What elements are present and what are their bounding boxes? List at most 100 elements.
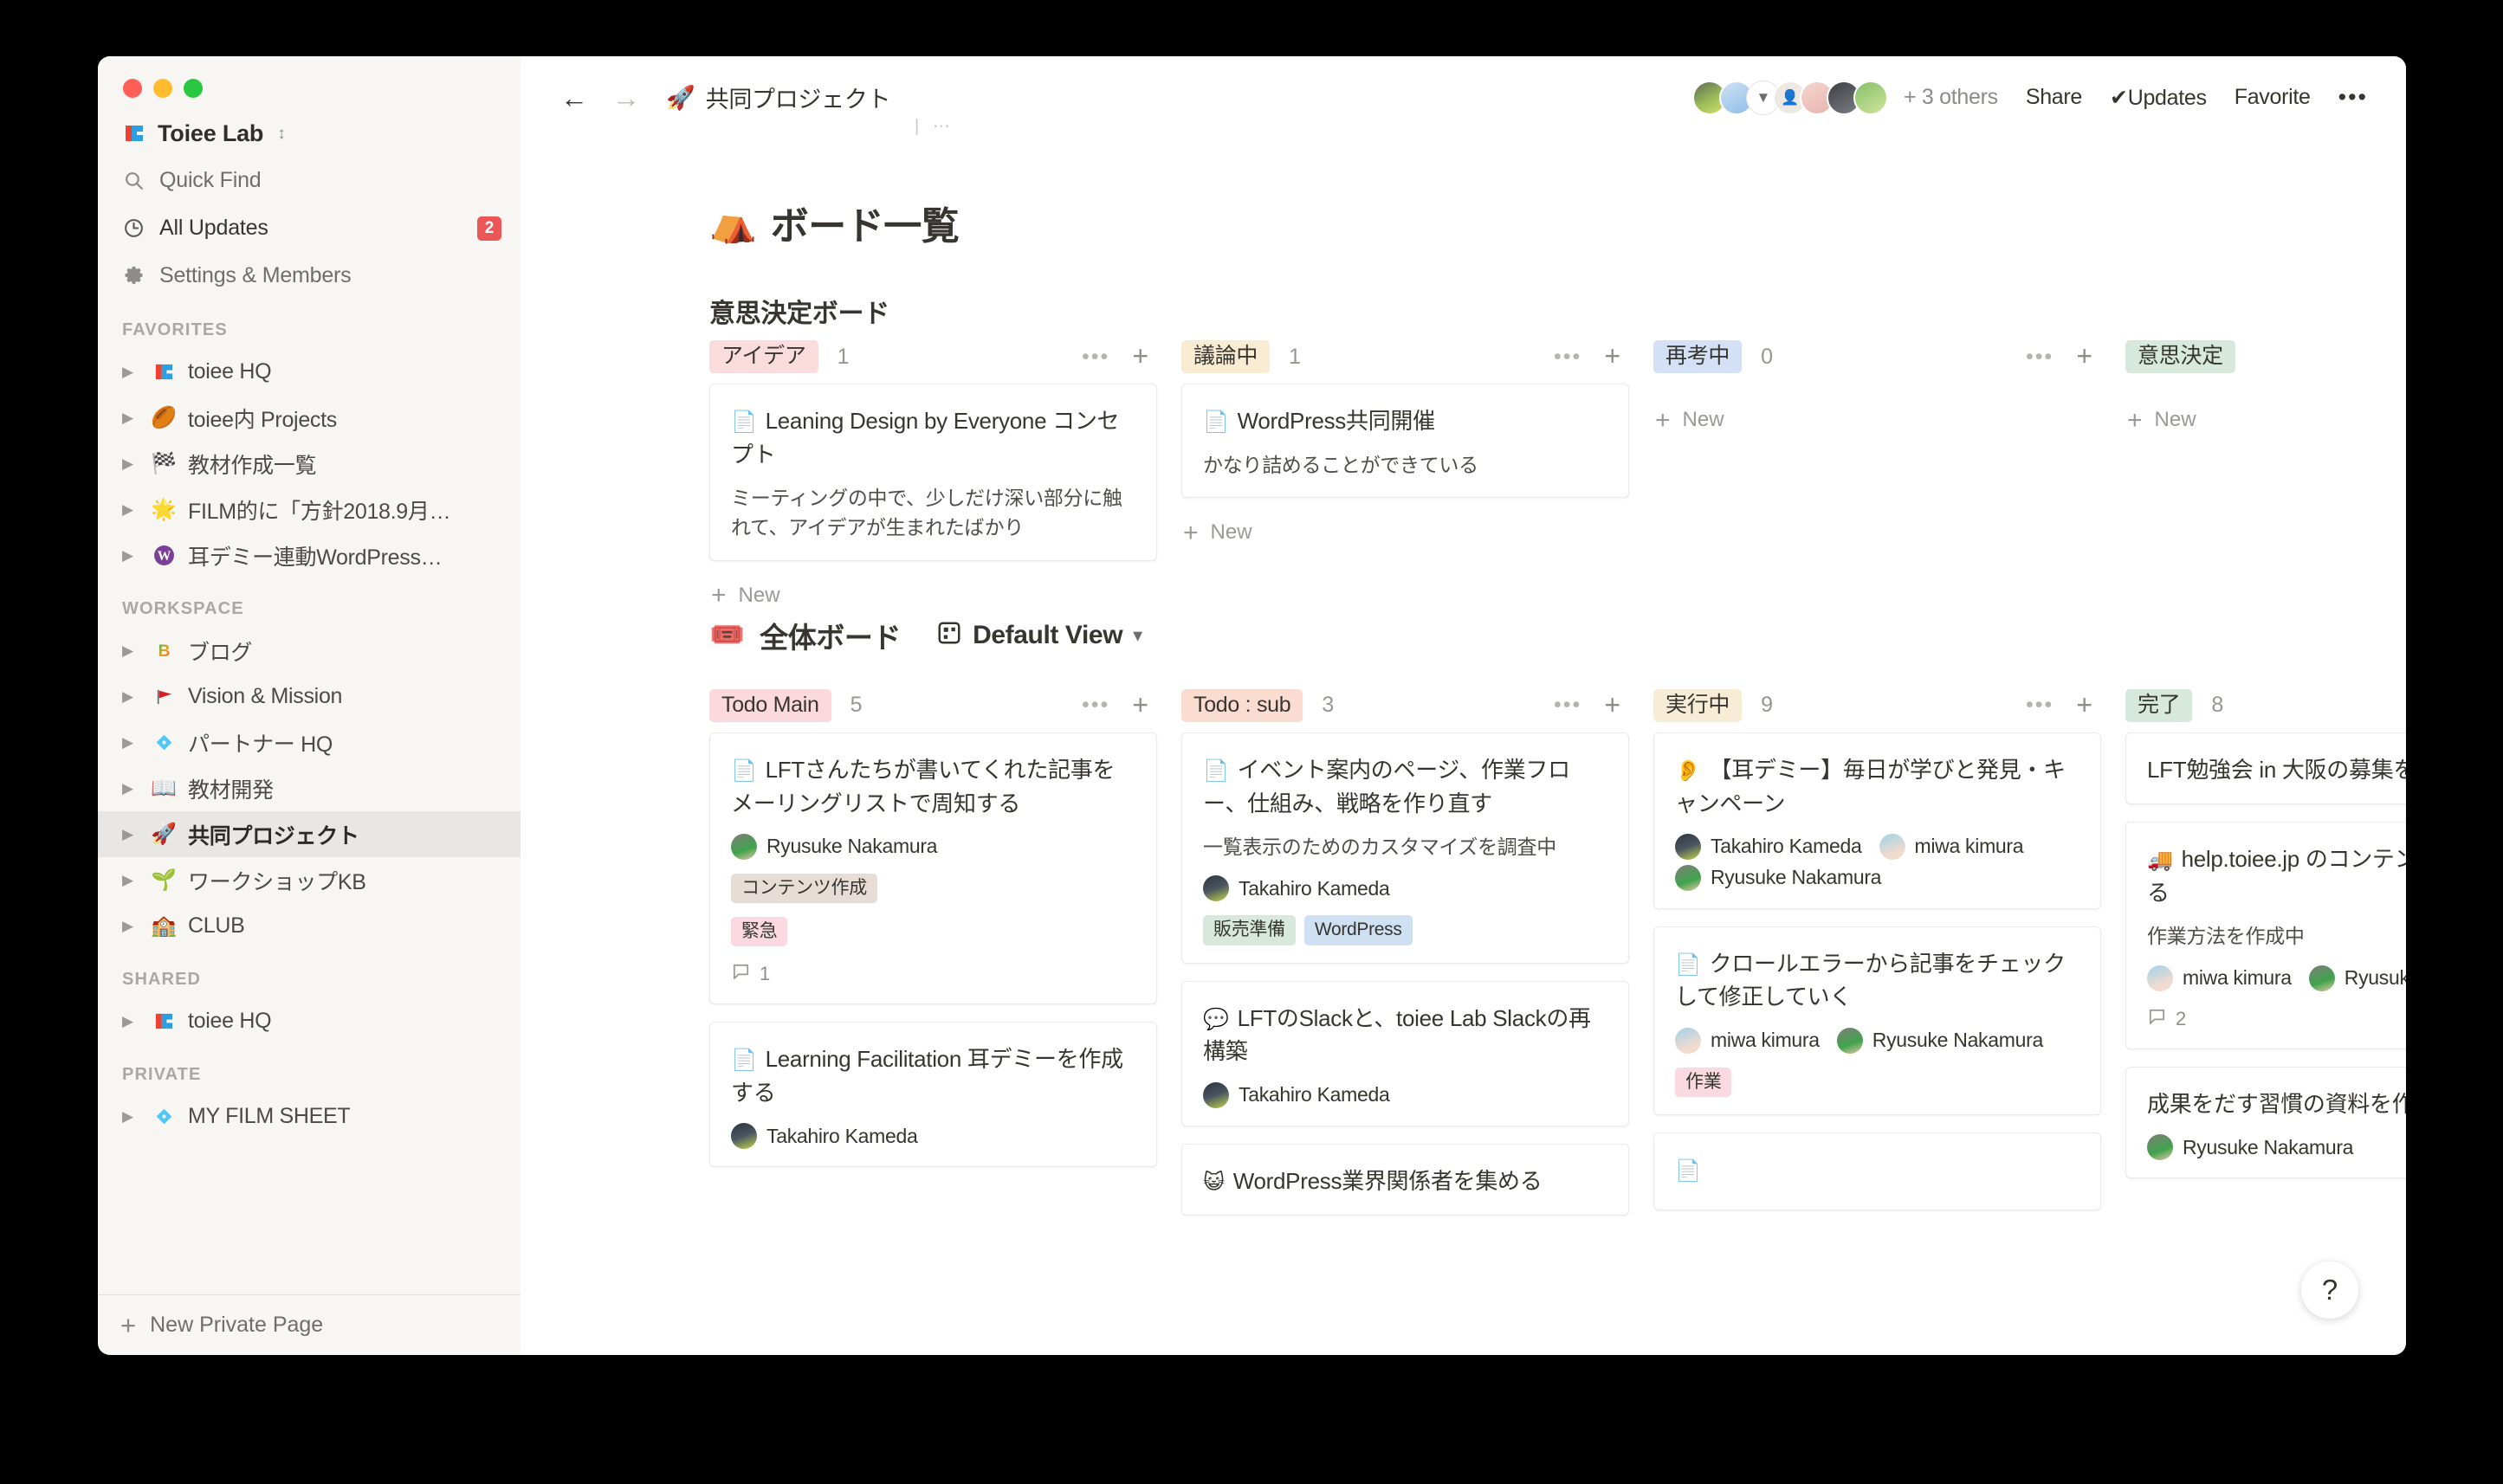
expand-triangle-icon[interactable]: ▶ <box>122 689 139 704</box>
expand-triangle-icon[interactable]: ▶ <box>122 919 139 933</box>
arrow-left-icon[interactable]: ← <box>548 84 600 112</box>
column-menu-icon[interactable]: ••• <box>2026 694 2053 716</box>
column-header: 意思決定 <box>2125 330 2406 384</box>
column-count: 3 <box>1322 693 1335 718</box>
new-label: New <box>738 583 780 607</box>
document-icon: 📄 <box>1675 1159 1701 1184</box>
new-private-page-button[interactable]: + New Private Page <box>98 1294 521 1355</box>
board-card[interactable]: 📄 Learning Facilitation 耳デミーを作成する Takahir… <box>709 1022 1157 1168</box>
column-add-icon[interactable]: + <box>1604 342 1620 370</box>
sidebar-item-wordpress[interactable]: ▶ W 耳デミー連動WordPress… <box>98 532 521 578</box>
sidebar-item-toiee-hq[interactable]: ▶ toiee HQ <box>98 349 521 395</box>
sidebar-item-kyozai-ichiran[interactable]: ▶ 🏁 教材作成一覧 <box>98 441 521 487</box>
glowing-star-icon: 🌟 <box>151 497 177 521</box>
column-menu-icon[interactable]: ••• <box>1554 345 1581 367</box>
sidebar-item-shared-toiee-hq[interactable]: ▶ toiee HQ <box>98 998 521 1044</box>
expand-triangle-icon[interactable]: ▶ <box>122 456 139 471</box>
collaborator-avatars[interactable]: ▼ 👤 <box>1691 80 1888 115</box>
zoom-window-button[interactable] <box>184 79 203 98</box>
help-button[interactable]: ? <box>2301 1261 2358 1319</box>
question-mark-icon: ? <box>2321 1274 2338 1306</box>
board-column: Todo : sub 3 ••• + 📄 イベント案内のページ、作業フロー、仕組み… <box>1181 679 1653 1233</box>
ellipsis-icon[interactable]: ••• <box>2338 86 2368 109</box>
toiee-logo-icon <box>122 122 146 145</box>
breadcrumb[interactable]: 🚀 共同プロジェクト <box>666 81 891 114</box>
add-new-card-button[interactable]: + New <box>709 578 1157 609</box>
expand-triangle-icon[interactable]: ▶ <box>122 410 139 425</box>
add-new-card-button[interactable]: + New <box>2125 403 2406 433</box>
expand-triangle-icon[interactable]: ▶ <box>122 873 139 887</box>
sidebar-item-label: Settings & Members <box>159 263 352 287</box>
expand-triangle-icon[interactable]: ▶ <box>122 502 139 517</box>
column-count: 0 <box>1761 344 1774 369</box>
column-menu-icon[interactable]: ••• <box>1554 694 1581 716</box>
column-add-icon[interactable]: + <box>2076 342 2092 370</box>
board-view-selector[interactable]: Default View ▾ <box>936 620 1142 650</box>
tent-icon: ⛺ <box>709 202 757 244</box>
board-card[interactable]: 📄 WordPress共同開催 かなり詰めることができている <box>1181 384 1629 499</box>
add-new-card-button[interactable]: + New <box>1653 403 2101 435</box>
sidebar-item-toiee-projects[interactable]: ▶ 🏉 toiee内 Projects <box>98 395 521 441</box>
card-subtitle: ミーティングの中で、少しだけ深い部分に触れて、アイデアが生まれたばかり <box>731 486 1122 539</box>
column-menu-icon[interactable]: ••• <box>1082 345 1109 367</box>
expand-triangle-icon[interactable]: ▶ <box>122 548 139 563</box>
workspace-switcher[interactable]: Toiee Lab ↕ <box>98 110 521 157</box>
board-card[interactable]: 👂 【耳デミー】毎日が学びと発見・キャンペーン Takahiro Kameda m… <box>1653 732 2101 909</box>
board-card[interactable]: 📄 Leaning Design by Everyone コンセプト ミーティング… <box>709 384 1157 561</box>
board-card[interactable]: 📄 クロールエラーから記事をチェックして修正していく miwa kimura Ry… <box>1653 926 2101 1116</box>
expand-triangle-icon[interactable]: ▶ <box>122 827 139 842</box>
expand-triangle-icon[interactable]: ▶ <box>122 1109 139 1124</box>
board-card[interactable]: 😺 WordPress業界関係者を集める <box>1181 1143 1629 1216</box>
column-add-icon[interactable]: + <box>1132 342 1148 370</box>
arrow-right-icon[interactable]: → <box>600 84 652 112</box>
sidebar-item-kyodo-project[interactable]: ▶ 🚀 共同プロジェクト <box>98 811 521 857</box>
board-card[interactable]: 📄 <box>1653 1132 2101 1211</box>
sidebar-item-partner-hq[interactable]: ▶ パートナー HQ <box>98 719 521 765</box>
card-subtitle: 一覧表示のためのカスタマイズを調査中 <box>1203 835 1556 858</box>
board-card[interactable]: LFT勉強会 in 大阪の募集をする <box>2125 732 2406 805</box>
expand-triangle-icon[interactable]: ▶ <box>122 781 139 796</box>
board-column: 再考中 0 ••• + + New <box>1653 330 2125 608</box>
column-menu-icon[interactable]: ••• <box>1082 694 1109 716</box>
expand-triangle-icon[interactable]: ▶ <box>122 1014 139 1029</box>
avatar[interactable] <box>1853 80 1888 115</box>
card-title-text: WordPress業界関係者を集める <box>1232 1167 1543 1194</box>
sidebar-item-all-updates[interactable]: All Updates 2 <box>98 204 521 252</box>
sidebar-item-film[interactable]: ▶ 🌟 FILM的に「方針2018.9月… <box>98 487 521 532</box>
sidebar-item-kyozai-kaihatsu[interactable]: ▶ 📖 教材開発 <box>98 765 521 811</box>
board-card[interactable]: 💬 LFTのSlackと、toiee Lab Slackの再構築 Takahiro… <box>1181 980 1629 1126</box>
expand-triangle-icon[interactable]: ▶ <box>122 365 139 379</box>
board-card[interactable]: 🚚help.toiee.jp のコンテンツを移動させる 作業方法を作成中 miw… <box>2125 822 2406 1049</box>
column-add-icon[interactable]: + <box>1132 691 1148 719</box>
minimize-window-button[interactable] <box>153 79 172 98</box>
share-button[interactable]: Share <box>2026 85 2083 110</box>
sidebar-item-my-film-sheet[interactable]: ▶ MY FILM SHEET <box>98 1094 521 1139</box>
updates-button[interactable]: ✔Updates <box>2110 85 2207 111</box>
sidebar-item-workshop-kb[interactable]: ▶ 🌱 ワークショップKB <box>98 857 521 903</box>
board-column: 議論中 1 ••• + 📄 WordPress共同開催 かなり詰めることができてい… <box>1181 330 1653 608</box>
sidebar-item-quick-find[interactable]: Quick Find <box>98 157 521 204</box>
favorite-button[interactable]: Favorite <box>2235 85 2311 110</box>
board-card[interactable]: 成果をだす習慣の資料を作成す Ryusuke Nakamura <box>2125 1066 2406 1179</box>
expand-triangle-icon[interactable]: ▶ <box>122 735 139 750</box>
board-card[interactable]: 📄 イベント案内のページ、作業フロー、仕組み、戦略を作り直す 一覧表示のためのカス… <box>1181 732 1629 964</box>
sidebar-item-vision-mission[interactable]: ▶ Vision & Mission <box>98 674 521 719</box>
sidebar-item-blog[interactable]: ▶ B ブログ <box>98 628 521 674</box>
column-add-icon[interactable]: + <box>2076 691 2092 719</box>
board-card[interactable]: 📄 LFTさんたちが書いてくれた記事をメーリングリストで周知する Ryusuke … <box>709 732 1157 1005</box>
card-people: Takahiro Kameda <box>731 1123 1135 1150</box>
expand-triangle-icon[interactable]: ▶ <box>122 643 139 658</box>
plus-icon: + <box>1655 405 1671 435</box>
sidebar-section-private-title: PRIVATE <box>122 1065 202 1084</box>
column-menu-icon[interactable]: ••• <box>2026 345 2053 367</box>
avatar <box>731 833 757 860</box>
sidebar-item-label: ワークショップKB <box>188 869 366 894</box>
add-new-card-button[interactable]: + New <box>1181 515 1629 545</box>
column-add-icon[interactable]: + <box>1604 691 1620 719</box>
close-window-button[interactable] <box>123 79 142 98</box>
comment-icon <box>731 962 751 986</box>
seedling-icon: 🌱 <box>151 868 177 892</box>
sidebar-item-settings-members[interactable]: Settings & Members <box>98 252 521 300</box>
sidebar-item-club[interactable]: ▶ 🏫 CLUB <box>98 903 521 949</box>
document-icon: 📄 <box>1675 952 1701 977</box>
